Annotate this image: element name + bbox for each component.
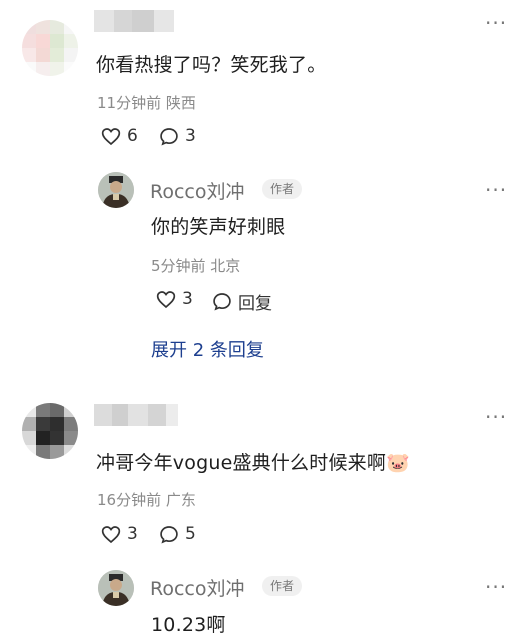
comment-bubble-icon	[160, 127, 178, 145]
comment-text: 你看热搜了吗？笑死我了。	[96, 54, 327, 76]
username[interactable]: Rocco刘冲	[150, 574, 245, 601]
heart-icon	[101, 525, 121, 543]
more-icon[interactable]: ···	[485, 577, 507, 597]
comment-text-body: 冲哥今年vogue盛典什么时候来啊	[96, 452, 387, 474]
reply-button[interactable]: 回复	[212, 289, 272, 314]
author-badge: 作者	[262, 179, 303, 199]
comment-text: 冲哥今年vogue盛典什么时候来啊🐷	[96, 448, 410, 475]
username-blurred[interactable]	[94, 404, 178, 426]
reply-text: 10.23啊	[151, 614, 226, 636]
avatar-portrait-icon	[98, 570, 134, 606]
expand-replies-link[interactable]: 展开 2 条回复	[151, 336, 264, 362]
more-icon[interactable]: ···	[485, 13, 507, 33]
comment-button[interactable]: 3	[159, 126, 196, 146]
reply-count: 3	[185, 126, 196, 146]
like-button[interactable]: 3	[156, 289, 193, 309]
author-badge: 作者	[262, 576, 303, 596]
avatar[interactable]	[98, 570, 134, 606]
comment-meta: 16分钟前 广东	[97, 491, 196, 509]
comment-meta: 11分钟前 陕西	[97, 94, 196, 112]
like-count: 6	[127, 126, 138, 146]
pig-emoji: 🐷	[386, 452, 410, 474]
heart-icon	[101, 127, 121, 145]
reply-label: 回复	[238, 294, 272, 314]
like-button[interactable]: 6	[101, 126, 138, 146]
username[interactable]: Rocco刘冲	[150, 177, 245, 204]
reply-bubble-icon	[213, 293, 231, 311]
like-button[interactable]: 3	[101, 524, 138, 544]
avatar[interactable]	[22, 403, 78, 459]
avatar[interactable]	[98, 172, 134, 208]
reply-text: 你的笑声好刺眼	[151, 216, 286, 238]
more-icon[interactable]: ···	[485, 407, 507, 427]
comment-button[interactable]: 5	[159, 524, 196, 544]
comment-bubble-icon	[160, 525, 178, 543]
like-count: 3	[127, 524, 138, 544]
username-blurred[interactable]	[94, 10, 174, 32]
more-icon[interactable]: ···	[485, 180, 507, 200]
like-count: 3	[182, 289, 193, 309]
heart-icon	[156, 290, 176, 308]
avatar[interactable]	[22, 20, 78, 76]
avatar-portrait-icon	[98, 172, 134, 208]
reply-meta: 5分钟前 北京	[151, 257, 241, 275]
reply-count: 5	[185, 524, 196, 544]
